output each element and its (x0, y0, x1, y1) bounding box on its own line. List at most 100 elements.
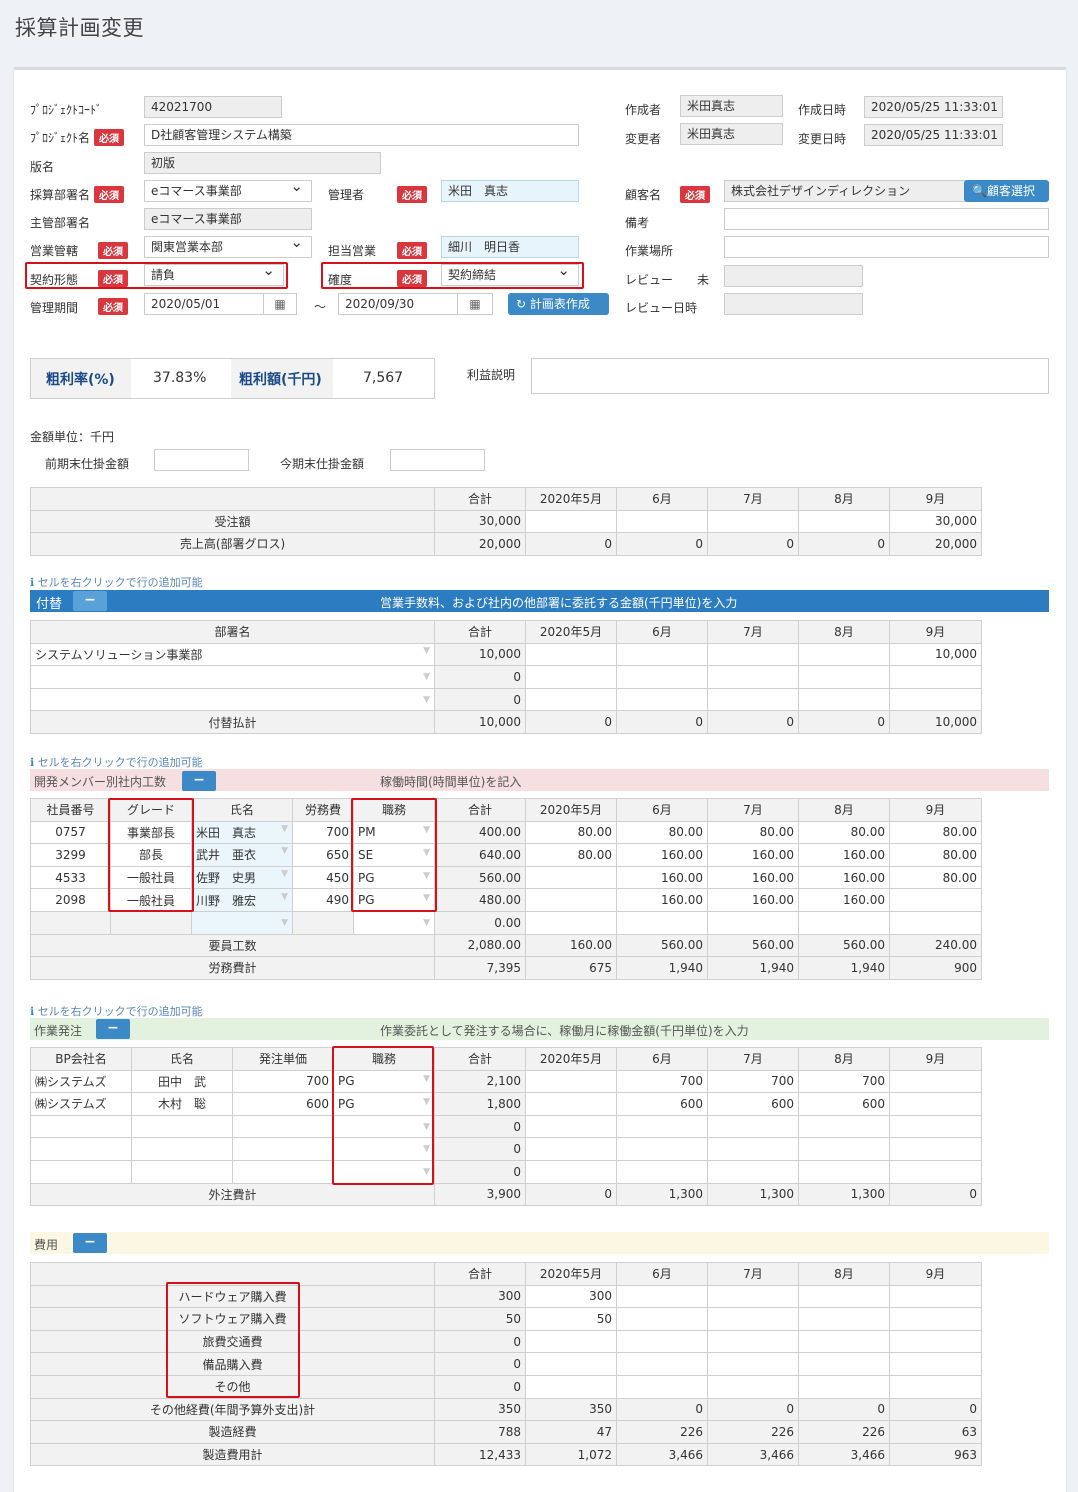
table-cell[interactable] (707, 1352, 799, 1376)
table-cell[interactable] (232, 1159, 334, 1184)
table-cell[interactable]: 50 (525, 1307, 617, 1331)
table-cell[interactable] (889, 1137, 982, 1161)
table-cell[interactable] (525, 1069, 617, 1094)
table-cell[interactable] (525, 910, 617, 935)
table-cell[interactable]: 80.00 (525, 843, 617, 867)
sales-rep-input[interactable]: 細川 明日香 (441, 236, 579, 258)
table-cell[interactable] (798, 910, 890, 935)
table-cell[interactable] (30, 1137, 132, 1161)
table-cell[interactable]: 80.00 (707, 820, 799, 845)
table-cell[interactable]: ▼ (30, 665, 435, 689)
table-cell[interactable]: 木村 聡 (131, 1092, 233, 1116)
table-cell[interactable]: ㈱システムズ (30, 1092, 132, 1116)
table-cell[interactable]: 160.00 (616, 843, 708, 867)
table-cell[interactable]: 米田 真志 ▼ (191, 820, 293, 845)
table-cell[interactable] (616, 910, 708, 935)
table-cell[interactable]: 4533 (30, 865, 111, 890)
table-cell[interactable] (616, 1114, 708, 1139)
business-select[interactable]: 関東営業本部 (144, 236, 312, 258)
table-cell[interactable] (616, 687, 708, 712)
table-cell[interactable]: 300 (525, 1284, 617, 1309)
table-cell[interactable] (889, 1159, 982, 1184)
table-cell[interactable] (30, 1114, 132, 1139)
table-cell[interactable]: 700 (232, 1069, 334, 1094)
collapse-button[interactable]: − (182, 771, 216, 791)
collapse-button[interactable]: − (96, 1019, 130, 1039)
table-cell[interactable] (616, 1284, 708, 1309)
table-cell[interactable] (707, 1284, 799, 1309)
note-input[interactable] (724, 208, 1049, 230)
table-cell[interactable] (616, 1329, 708, 1354)
table-cell[interactable] (889, 1069, 982, 1094)
table-cell[interactable] (616, 509, 708, 534)
table-cell[interactable]: PG ▼ (353, 888, 435, 912)
table-cell[interactable] (525, 1114, 617, 1139)
table-cell[interactable]: 80.00 (525, 820, 617, 845)
table-cell[interactable]: ▼ (353, 910, 435, 935)
table-cell[interactable] (889, 888, 982, 912)
plan-create-button[interactable]: ↻ 計画表作成 (508, 293, 609, 315)
table-cell[interactable]: 160.00 (707, 843, 799, 867)
table-cell[interactable] (798, 687, 890, 712)
calendar-icon[interactable]: ▦ (457, 293, 493, 315)
table-cell[interactable] (525, 1329, 617, 1354)
table-cell[interactable]: 10,000 (889, 642, 982, 667)
table-cell[interactable] (525, 687, 617, 712)
table-cell[interactable]: 30,000 (889, 509, 982, 534)
table-cell[interactable]: 160.00 (707, 888, 799, 912)
table-cell[interactable]: 80.00 (616, 820, 708, 845)
table-cell[interactable]: 600 (616, 1092, 708, 1116)
table-cell[interactable]: 600 (232, 1092, 334, 1116)
table-cell[interactable] (525, 1092, 617, 1116)
table-cell[interactable] (525, 1352, 617, 1376)
table-cell[interactable] (707, 509, 799, 534)
table-cell[interactable] (707, 642, 799, 667)
table-cell[interactable] (889, 1284, 982, 1309)
table-cell[interactable]: 700 (798, 1069, 890, 1094)
customer-select-button[interactable]: 🔍顧客選択 (964, 180, 1049, 202)
table-cell[interactable] (30, 1159, 132, 1184)
table-cell[interactable]: 0757 (30, 820, 111, 845)
table-cell[interactable] (616, 1374, 708, 1399)
table-cell[interactable]: 160.00 (798, 843, 890, 867)
table-cell[interactable] (707, 910, 799, 935)
table-cell[interactable] (707, 1329, 799, 1354)
table-cell[interactable]: 160.00 (798, 865, 890, 890)
period-to-input[interactable]: 2020/09/30 (338, 293, 458, 315)
table-cell[interactable] (798, 1284, 890, 1309)
table-cell[interactable] (798, 1159, 890, 1184)
table-cell[interactable]: 700 (707, 1069, 799, 1094)
table-cell[interactable] (131, 1114, 233, 1139)
table-cell[interactable] (707, 665, 799, 689)
table-cell[interactable]: 佐野 史男 ▼ (191, 865, 293, 890)
table-cell[interactable] (889, 1114, 982, 1139)
table-cell[interactable]: ▼ (333, 1159, 435, 1184)
table-cell[interactable] (707, 1159, 799, 1184)
project-name-input[interactable]: D社顧客管理システム構築 (144, 124, 579, 146)
table-cell[interactable]: PG ▼ (333, 1069, 435, 1094)
table-cell[interactable]: ▼ (30, 687, 435, 712)
table-cell[interactable] (616, 1307, 708, 1331)
table-cell[interactable] (525, 509, 617, 534)
table-cell[interactable]: 160.00 (707, 865, 799, 890)
table-cell[interactable] (131, 1137, 233, 1161)
table-cell[interactable] (525, 1159, 617, 1184)
table-cell[interactable] (889, 665, 982, 689)
table-cell[interactable] (707, 1114, 799, 1139)
table-cell[interactable] (798, 509, 890, 534)
table-cell[interactable]: ▼ (333, 1137, 435, 1161)
table-cell[interactable] (525, 665, 617, 689)
table-cell[interactable] (616, 1159, 708, 1184)
collapse-button[interactable]: − (73, 1233, 107, 1253)
table-cell[interactable] (131, 1159, 233, 1184)
table-cell[interactable]: PG ▼ (353, 865, 435, 890)
table-cell[interactable]: ▼ (333, 1114, 435, 1139)
table-cell[interactable]: 80.00 (798, 820, 890, 845)
table-cell[interactable] (525, 888, 617, 912)
table-cell[interactable]: PG ▼ (333, 1092, 435, 1116)
manager-input[interactable]: 米田 真志 (441, 180, 579, 202)
table-cell[interactable] (889, 1329, 982, 1354)
table-cell[interactable] (798, 1137, 890, 1161)
table-cell[interactable] (798, 1374, 890, 1399)
profit-desc-textarea[interactable] (531, 358, 1049, 394)
